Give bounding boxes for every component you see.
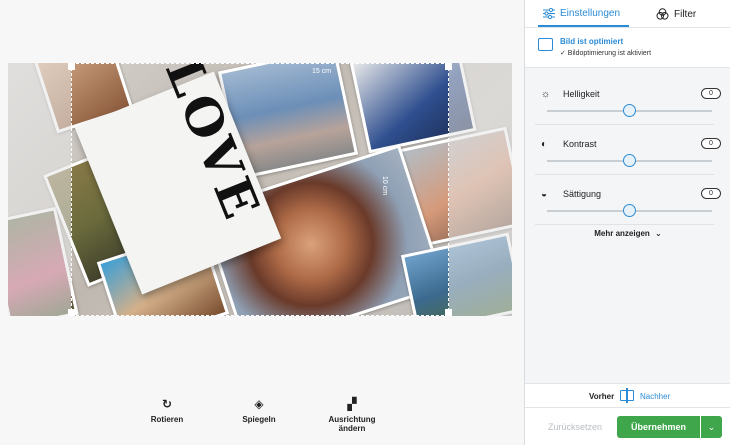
tab-settings-label: Einstellungen <box>560 8 621 19</box>
crop-handle-top-right[interactable] <box>445 63 452 70</box>
photo-preview[interactable]: LOVE 15 cm 10 cm <box>8 63 512 316</box>
reset-button[interactable]: Zurücksetzen <box>548 422 602 432</box>
apply-dropdown-button[interactable]: ⌄ <box>701 416 722 438</box>
slider-knob[interactable] <box>623 204 636 217</box>
after-label[interactable]: Nachher <box>640 392 670 401</box>
crop-shade-left <box>8 63 71 316</box>
slider-contrast: ◐ Kontrast 0 <box>525 125 730 175</box>
slider-value[interactable]: 0 <box>701 138 721 149</box>
apply-button[interactable]: Übernehmen <box>617 416 700 438</box>
image-optimized-icon <box>538 38 553 51</box>
panel-footer: Zurücksetzen Übernehmen ⌄ <box>525 407 730 445</box>
compare-icon[interactable] <box>620 388 634 403</box>
slider-label: Kontrast <box>563 139 597 149</box>
adjustment-sliders: ☼ Helligkeit 0 ◐ Kontrast 0 ◒ Sättigung … <box>525 75 730 225</box>
mirror-icon: ◈ <box>254 397 264 411</box>
tab-filter-label: Filter <box>674 8 697 20</box>
editor-canvas: LOVE 15 cm 10 cm ↻ Rotieren ◈ Spiegeln ▞… <box>0 0 524 445</box>
orientation-icon: ▞ <box>347 397 357 411</box>
dimension-width-label: 15 cm <box>312 68 332 75</box>
active-tab-indicator <box>538 25 629 27</box>
slider-label: Helligkeit <box>563 89 600 99</box>
crop-handle-top-left[interactable] <box>68 63 75 70</box>
show-more-button[interactable]: Mehr anzeigen ⌄ <box>525 229 730 238</box>
slider-knob[interactable] <box>623 104 636 117</box>
tab-filter[interactable]: Filter <box>656 8 696 20</box>
slider-saturation: ◒ Sättigung 0 <box>525 175 730 225</box>
optimization-status: Bild ist optimiert ✓ Bildoptimierung ist… <box>525 28 730 68</box>
mirror-label: Spiegeln <box>242 415 276 424</box>
saturation-icon: ◒ <box>541 189 548 200</box>
slider-label: Sättigung <box>563 189 602 199</box>
optimized-title: Bild ist optimiert <box>560 37 624 46</box>
optimized-subtitle: ✓ Bildoptimierung ist aktiviert <box>560 50 652 57</box>
divider <box>535 224 714 225</box>
crop-handle-bottom-left[interactable] <box>68 309 75 316</box>
slider-value[interactable]: 0 <box>701 88 721 99</box>
mirror-button[interactable]: ◈ Spiegeln <box>224 397 294 424</box>
orientation-label: Ausrichtung ändern <box>328 415 376 433</box>
settings-panel: Einstellungen Filter Bild ist optimiert … <box>524 0 730 445</box>
rotate-icon: ↻ <box>161 397 173 411</box>
sliders-icon <box>543 8 555 19</box>
panel-tabs: Einstellungen Filter <box>525 0 730 28</box>
slider-brightness: ☼ Helligkeit 0 <box>525 75 730 125</box>
crop-frame[interactable]: 15 cm 10 cm <box>68 63 452 316</box>
slider-value[interactable]: 0 <box>701 188 721 199</box>
contrast-icon: ◐ <box>541 139 548 150</box>
dimension-height-label: 10 cm <box>380 175 388 196</box>
before-label[interactable]: Vorher <box>589 392 614 401</box>
filter-icon <box>656 8 669 20</box>
slider-knob[interactable] <box>623 154 636 167</box>
crop-handle-bottom-right[interactable] <box>445 309 452 316</box>
sun-icon: ☼ <box>541 89 551 100</box>
chevron-down-icon: ⌄ <box>655 229 662 238</box>
chevron-down-icon: ⌄ <box>707 422 716 432</box>
tab-settings[interactable]: Einstellungen <box>543 8 620 19</box>
crop-shade-right <box>449 63 512 316</box>
orientation-button[interactable]: ▞ Ausrichtung ändern <box>317 397 387 433</box>
before-after-toggle[interactable]: Vorher Nachher <box>525 383 730 407</box>
rotate-label: Rotieren <box>150 415 184 424</box>
rotate-button[interactable]: ↻ Rotieren <box>132 397 202 424</box>
show-more-label: Mehr anzeigen <box>594 229 650 238</box>
